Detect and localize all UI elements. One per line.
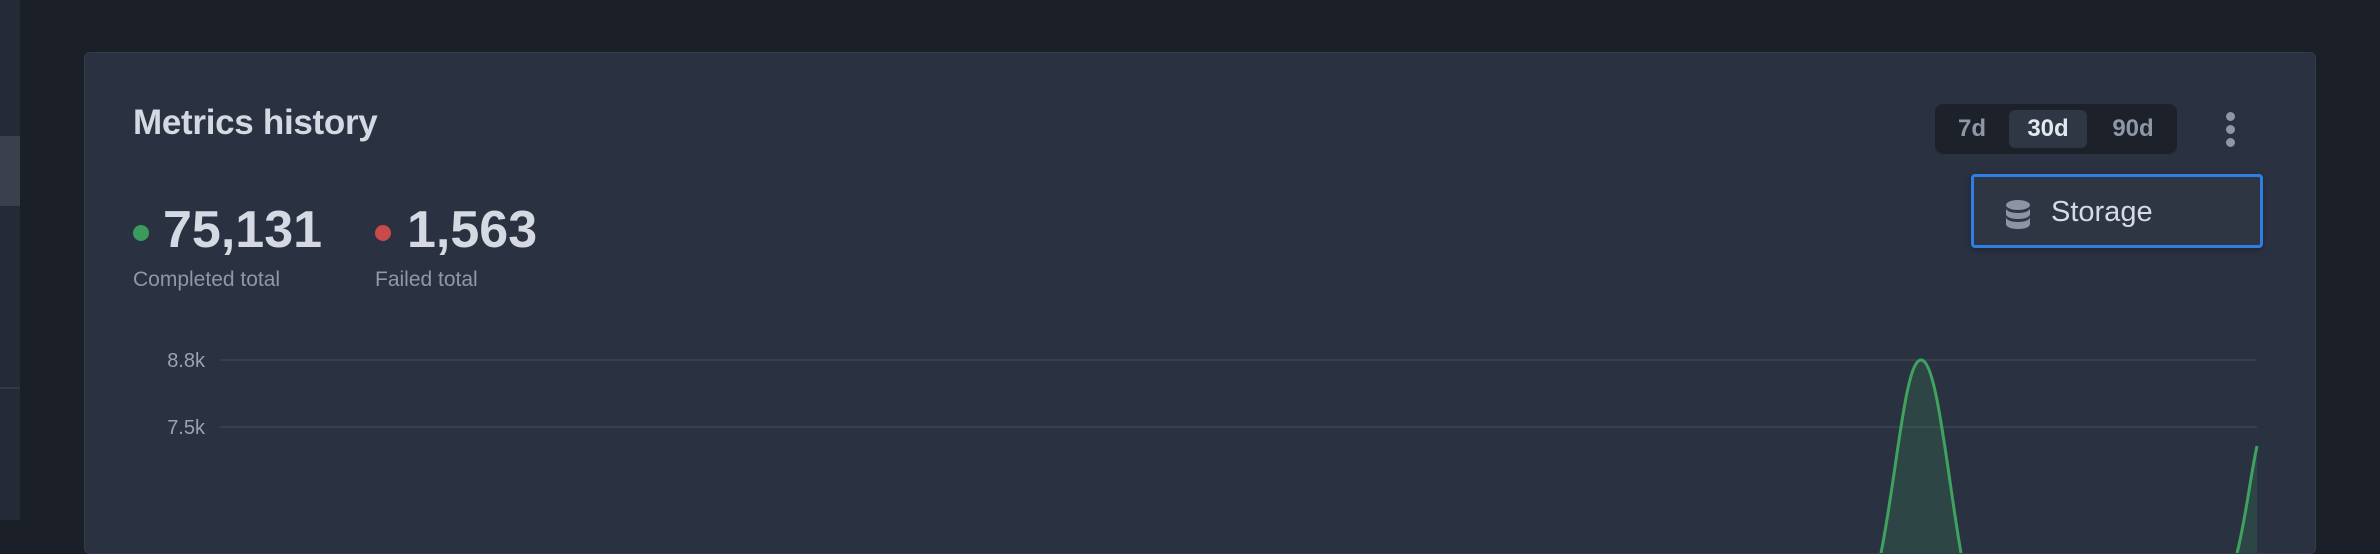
range-7d-button[interactable]: 7d (1943, 110, 2001, 148)
y-tick-label: 8.8k (167, 350, 206, 372)
completed-status-dot (133, 225, 149, 241)
panel-title: Metrics history (133, 103, 378, 142)
menu-item-storage[interactable]: Storage (2051, 196, 2153, 229)
failed-total-label: Failed total (375, 268, 478, 291)
series-area (1881, 360, 1961, 553)
more-options-icon[interactable] (2216, 108, 2244, 150)
database-icon (2006, 200, 2030, 229)
range-30d-button[interactable]: 30d (2009, 110, 2087, 148)
kebab-dot (2225, 124, 2235, 134)
completed-total-label: Completed total (133, 268, 281, 291)
kebab-dot (2225, 111, 2235, 121)
time-range-selector: 7d 30d 90d (1935, 104, 2177, 154)
range-90d-button[interactable]: 90d (2095, 110, 2171, 148)
failed-total-value: 1,563 (407, 201, 538, 259)
chart-grid: 8.8k 7.5k (167, 350, 2257, 439)
kebab-dot (2225, 137, 2235, 147)
sidebar-divider (0, 387, 20, 389)
failed-status-dot (375, 225, 391, 241)
y-tick-label: 7.5k (167, 417, 206, 439)
chart-series (1879, 358, 2259, 553)
sidebar-active-item[interactable] (0, 136, 20, 206)
metrics-history-panel: 8.8k 7.5k Metrics history 7d 30d 90d Stor… (84, 52, 2316, 554)
options-menu: Storage (1971, 174, 2263, 248)
sidebar-edge (0, 0, 20, 520)
completed-total-value: 75,131 (163, 201, 323, 259)
